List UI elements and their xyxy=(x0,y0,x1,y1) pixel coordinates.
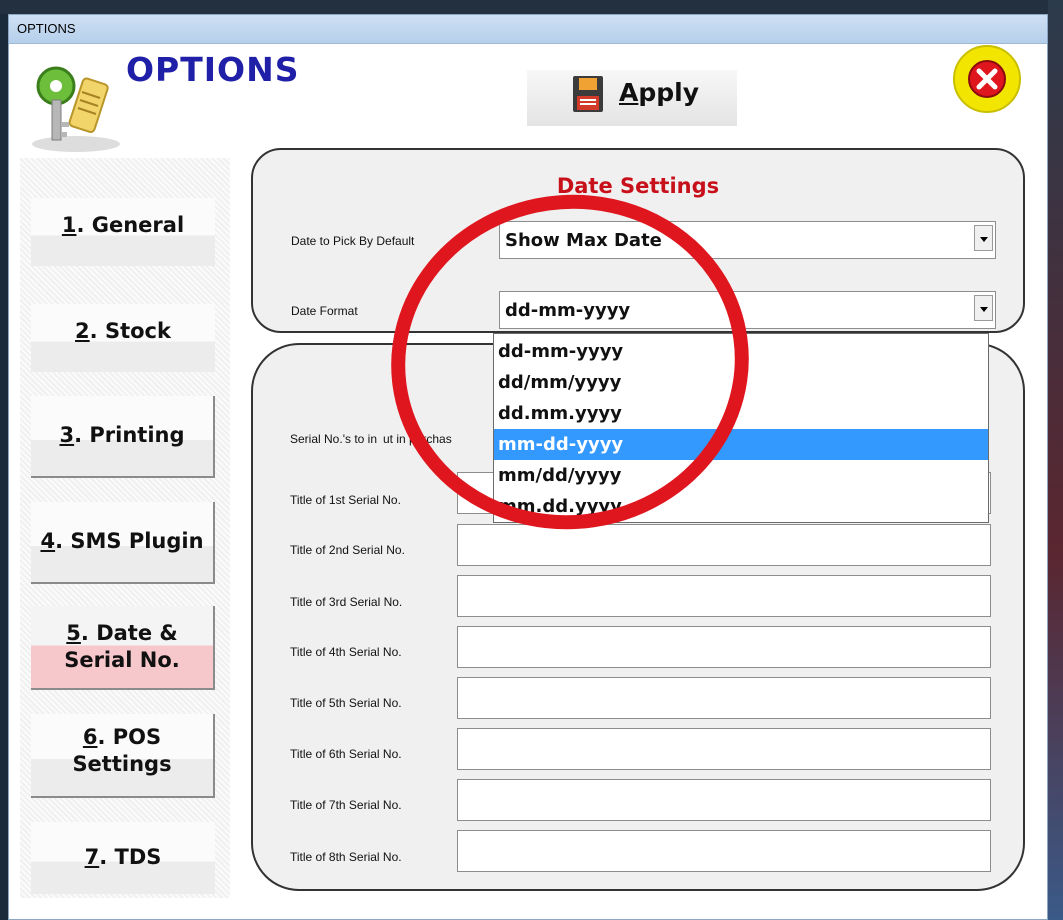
desktop-background-right xyxy=(1048,0,1063,920)
serial-title-label-3: Title of 3rd Serial No. xyxy=(290,595,403,609)
window-title: OPTIONS xyxy=(17,21,76,36)
serial-title-input-6[interactable] xyxy=(457,728,991,770)
date-format-select[interactable]: dd-mm-yyyy xyxy=(499,291,996,329)
date-settings-title: Date Settings xyxy=(556,174,720,198)
nav-date-serial-button[interactable]: 5. Date & Serial No. xyxy=(31,606,215,690)
nav-sms-plugin-button[interactable]: 4. SMS Plugin xyxy=(31,502,215,584)
options-nav: 1. General 2. Stock 3. Printing 4. SMS P… xyxy=(20,158,230,898)
date-format-dropdown-list: dd-mm-yyyy dd/mm/yyyy dd.mm.yyyy mm-dd-y… xyxy=(493,333,989,523)
serial-title-label-8: Title of 8th Serial No. xyxy=(290,850,402,864)
serial-title-input-4[interactable] xyxy=(457,626,991,668)
serial-title-input-2[interactable] xyxy=(457,524,991,566)
chevron-down-icon[interactable] xyxy=(974,225,993,251)
date-format-option[interactable]: mm/dd/yyyy xyxy=(494,460,988,491)
title-bar: OPTIONS xyxy=(9,15,1047,44)
page-title: OPTIONS xyxy=(126,50,300,89)
date-format-label: Date Format xyxy=(291,304,358,318)
floppy-disk-icon xyxy=(573,76,603,112)
date-pick-select[interactable]: Show Max Date xyxy=(499,221,996,259)
nav-pos-settings-button[interactable]: 6. POS Settings xyxy=(31,714,215,798)
nav-general-button[interactable]: 1. General xyxy=(31,198,215,266)
date-format-option[interactable]: dd-mm-yyyy xyxy=(494,336,988,367)
keys-tag-icon xyxy=(32,66,120,152)
date-format-option[interactable]: dd.mm.yyyy xyxy=(494,398,988,429)
serial-title-label-5: Title of 5th Serial No. xyxy=(290,696,402,710)
nav-tds-button[interactable]: 7. TDS xyxy=(31,822,215,894)
serial-title-label-7: Title of 7th Serial No. xyxy=(290,798,402,812)
serial-title-input-5[interactable] xyxy=(457,677,991,719)
desktop-background xyxy=(0,0,1063,14)
close-icon[interactable] xyxy=(952,44,1022,114)
apply-label: Apply xyxy=(619,78,700,107)
serial-title-input-7[interactable] xyxy=(457,779,991,821)
date-format-option-highlighted[interactable]: mm-dd-yyyy xyxy=(494,429,988,460)
serial-title-label-1: Title of 1st Serial No. xyxy=(290,493,401,507)
chevron-down-icon[interactable] xyxy=(974,295,993,321)
serial-title-label-6: Title of 6th Serial No. xyxy=(290,747,402,761)
date-format-option[interactable]: dd/mm/yyyy xyxy=(494,367,988,398)
date-pick-label: Date to Pick By Default xyxy=(291,234,415,248)
serial-title-label-4: Title of 4th Serial No. xyxy=(290,645,402,659)
serial-title-input-3[interactable] xyxy=(457,575,991,617)
serial-input-label: Serial No.'s to in ut in purchas xyxy=(290,432,452,446)
nav-stock-button[interactable]: 2. Stock xyxy=(31,304,215,372)
serial-title-label-2: Title of 2nd Serial No. xyxy=(290,543,405,557)
apply-button[interactable]: Apply xyxy=(527,70,737,126)
serial-title-input-8[interactable] xyxy=(457,830,991,872)
nav-printing-button[interactable]: 3. Printing xyxy=(31,396,215,478)
date-format-option[interactable]: mm.dd.yyyy xyxy=(494,491,988,522)
